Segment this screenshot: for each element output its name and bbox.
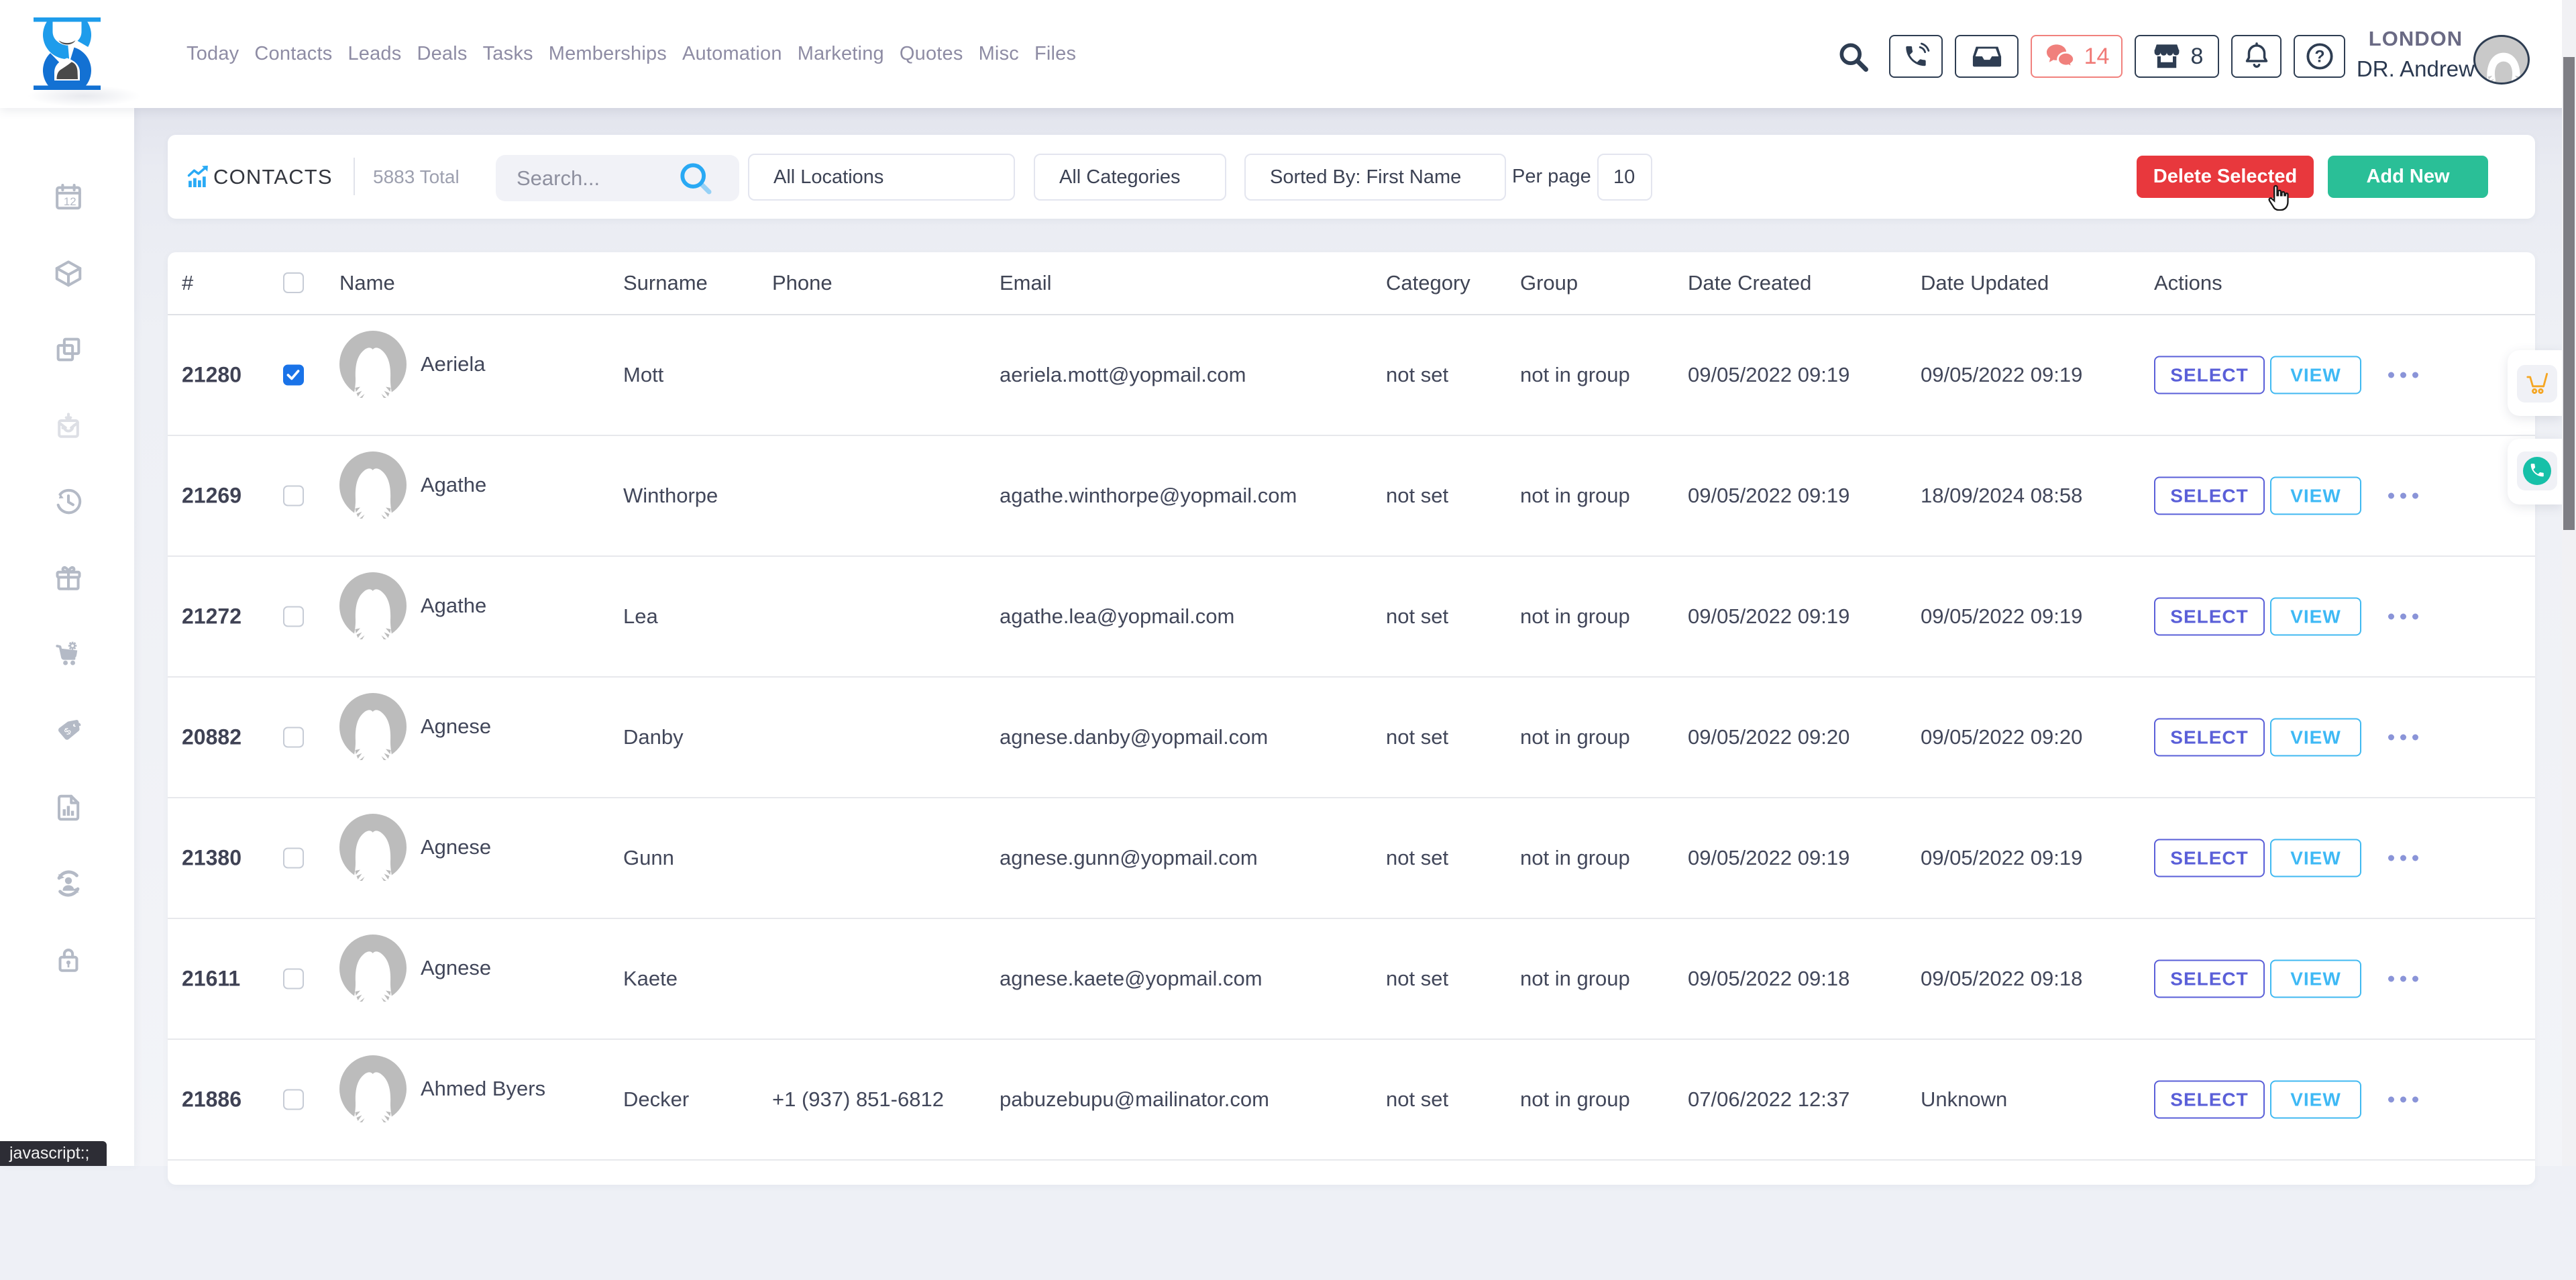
svg-text:?: ?	[2314, 48, 2324, 66]
svg-text:12: 12	[64, 195, 76, 208]
